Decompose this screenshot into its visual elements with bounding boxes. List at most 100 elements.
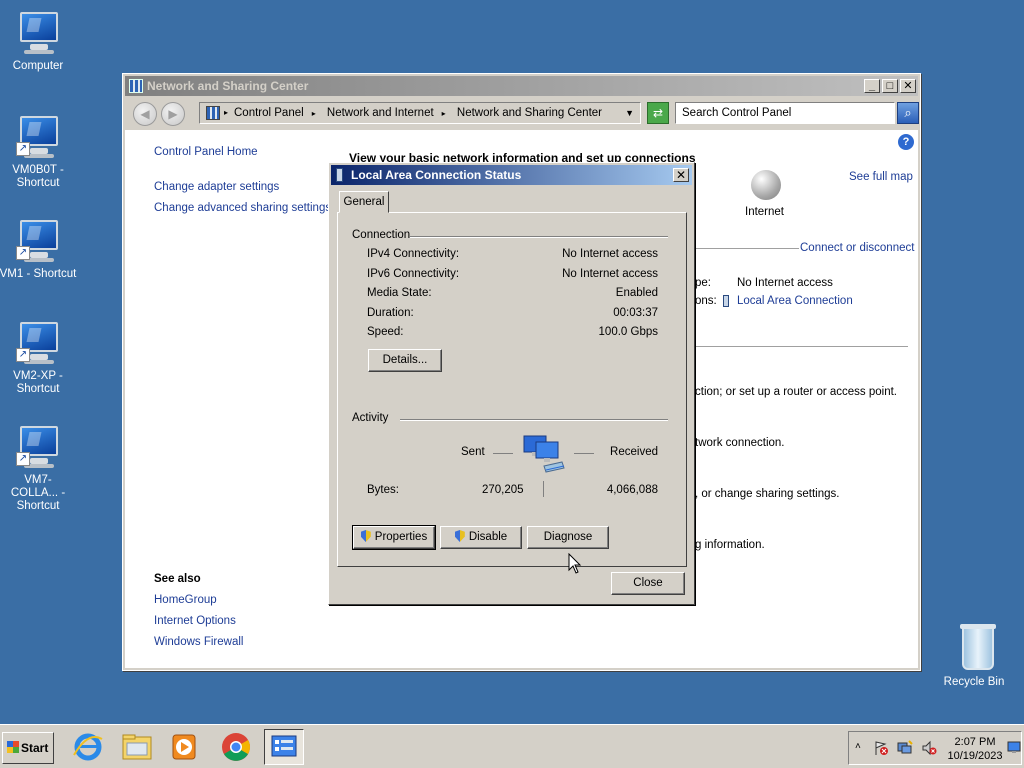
ipv4-connectivity-value: No Internet access — [562, 248, 658, 260]
media-player-icon — [172, 734, 196, 760]
activity-line — [493, 453, 513, 454]
back-button[interactable]: ◀ — [133, 102, 157, 126]
speed-label: Speed: — [367, 326, 404, 338]
dialog-titlebar[interactable]: Local Area Connection Status ✕ — [331, 165, 692, 185]
network-activity-icon — [523, 435, 565, 473]
change-advanced-sharing-link[interactable]: Change advanced sharing settings — [154, 202, 331, 214]
desktop-icon-recycle-bin[interactable]: Recycle Bin — [934, 624, 1014, 689]
task-troubleshoot: g information. — [695, 539, 765, 551]
properties-button-label: Properties — [374, 531, 428, 543]
desktop-icon-label: VM1 - Shortcut — [0, 268, 77, 280]
chevron-down-icon[interactable]: ▼ — [625, 103, 634, 123]
breadcrumb-network-internet[interactable]: Network and Internet — [327, 107, 434, 119]
local-area-connection-link[interactable]: Local Area Connection — [737, 295, 853, 307]
window-titlebar[interactable]: Network and Sharing Center _ □ ✕ — [125, 76, 918, 96]
navigation-bar: ◀ ▶ ▸ Control Panel ▸ Network and Interne… — [125, 98, 919, 128]
disable-button-label: Disable — [468, 531, 508, 543]
clock[interactable]: 2:07 PM 10/19/2023 — [945, 735, 1005, 763]
search-icon[interactable]: ⌕ — [897, 102, 919, 124]
duration-value: 00:03:37 — [613, 307, 658, 319]
diagnose-button[interactable]: Diagnose — [527, 526, 609, 549]
refresh-icon[interactable]: ⇄ — [647, 102, 669, 124]
address-bar[interactable]: ▸ Control Panel ▸ Network and Internet ▸ N… — [199, 102, 641, 124]
dialog-title: Local Area Connection Status — [351, 168, 522, 182]
clock-time: 2:07 PM — [954, 736, 996, 748]
control-panel-icon — [271, 735, 297, 757]
mouse-cursor-icon — [568, 553, 582, 574]
taskbar-internet-explorer[interactable] — [68, 729, 108, 765]
taskbar-file-explorer[interactable] — [117, 729, 157, 765]
volume-muted-icon[interactable] — [921, 740, 937, 756]
forward-button[interactable]: ▶ — [161, 102, 185, 126]
divider — [695, 346, 908, 347]
desktop-icon-label: VM0B0T - Shortcut — [12, 164, 64, 189]
start-label: Start — [21, 741, 49, 755]
media-state-label: Media State: — [367, 287, 432, 299]
desktop-icon-vm0b0t-shortcut[interactable]: ↗ VM0B0T - Shortcut — [0, 114, 78, 190]
group-divider — [400, 419, 668, 421]
internet-options-link[interactable]: Internet Options — [154, 615, 236, 627]
desktop-icon-vm1-shortcut[interactable]: ↗ VM1 - Shortcut — [0, 218, 78, 281]
tab-panel: Connection IPv4 Connectivity: No Interne… — [337, 212, 687, 567]
window-close-button[interactable]: ✕ — [900, 79, 916, 93]
desktop-icon-label: Recycle Bin — [943, 676, 1005, 688]
desktop-icon-vm7-shortcut[interactable]: ↗ VM7-COLLA... - Shortcut — [0, 424, 78, 513]
desktop-icon-label: VM7-COLLA... - Shortcut — [10, 474, 66, 512]
action-center-flag-icon[interactable] — [873, 740, 889, 756]
ipv4-connectivity-label: IPv4 Connectivity: — [367, 248, 460, 260]
dialog-close-icon[interactable]: ✕ — [673, 168, 689, 182]
see-also-title: See also — [154, 573, 201, 585]
chevron-right-icon[interactable]: ▸ — [442, 109, 446, 118]
disable-button[interactable]: Disable — [440, 526, 522, 549]
search-input[interactable]: Search Control Panel — [675, 102, 895, 124]
network-status-icon[interactable] — [897, 740, 913, 756]
breadcrumb-control-panel[interactable]: Control Panel — [234, 107, 304, 119]
desktop-icon-computer[interactable]: Computer — [0, 10, 78, 73]
chevron-up-icon[interactable]: ˄ — [855, 741, 861, 752]
properties-button[interactable]: Properties — [352, 525, 436, 550]
chevron-right-icon: ▸ — [224, 108, 229, 117]
file-explorer-icon — [122, 734, 152, 760]
desktop-icon-vm2-xp-shortcut[interactable]: ↗ VM2-XP - Shortcut — [0, 320, 78, 396]
monitor-shortcut-icon: ↗ — [14, 424, 62, 470]
activity-group-label: Activity — [352, 412, 389, 424]
task-choose-homegroup: , or change sharing settings. — [695, 488, 840, 500]
speed-value: 100.0 Gbps — [598, 326, 658, 338]
chevron-right-icon[interactable]: ▸ — [312, 109, 316, 118]
details-button[interactable]: Details... — [368, 349, 442, 372]
homegroup-link[interactable]: HomeGroup — [154, 594, 217, 606]
change-adapter-settings-link[interactable]: Change adapter settings — [154, 181, 279, 193]
see-full-map-link[interactable]: See full map — [849, 171, 913, 183]
connect-or-disconnect-link[interactable]: Connect or disconnect — [800, 242, 914, 254]
system-tray: ˄ 2:07 PM 10/19/2023 — [848, 731, 1022, 765]
network-adapter-icon — [723, 295, 729, 307]
tab-general[interactable]: General — [339, 191, 389, 213]
taskbar-media-player[interactable] — [164, 729, 204, 765]
chrome-icon — [222, 733, 250, 761]
breadcrumb-network-sharing-center[interactable]: Network and Sharing Center — [457, 107, 602, 119]
windows-logo-icon — [7, 741, 19, 753]
breadcrumb: Control Panel ▸ Network and Internet ▸ Net… — [234, 103, 610, 124]
desktop-icon-label: VM2-XP - Shortcut — [13, 370, 63, 395]
maximize-button[interactable]: □ — [882, 79, 898, 93]
taskbar-chrome[interactable] — [216, 729, 256, 765]
show-desktop-icon[interactable] — [1007, 740, 1021, 754]
clock-date: 10/19/2023 — [947, 750, 1003, 762]
received-label: Received — [610, 446, 658, 458]
network-adapter-icon — [336, 168, 343, 182]
control-panel-home-link[interactable]: Control Panel Home — [154, 146, 258, 158]
activity-line — [574, 453, 594, 454]
start-button[interactable]: Start — [2, 732, 54, 764]
close-button[interactable]: Close — [611, 572, 685, 595]
access-type-label: pe: — [695, 277, 711, 289]
taskbar: Start ˄ 2:07 PM 10/19/2023 — [0, 724, 1024, 768]
minimize-button[interactable]: _ — [864, 79, 880, 93]
bytes-sent-value: 270,205 — [482, 484, 524, 496]
window-title: Network and Sharing Center — [147, 79, 309, 93]
taskbar-control-panel[interactable] — [264, 729, 304, 765]
access-type-value: No Internet access — [737, 277, 833, 289]
network-center-icon — [129, 79, 143, 93]
windows-firewall-link[interactable]: Windows Firewall — [154, 636, 243, 648]
bytes-received-value: 4,066,088 — [606, 484, 658, 496]
help-icon[interactable]: ? — [898, 134, 914, 150]
